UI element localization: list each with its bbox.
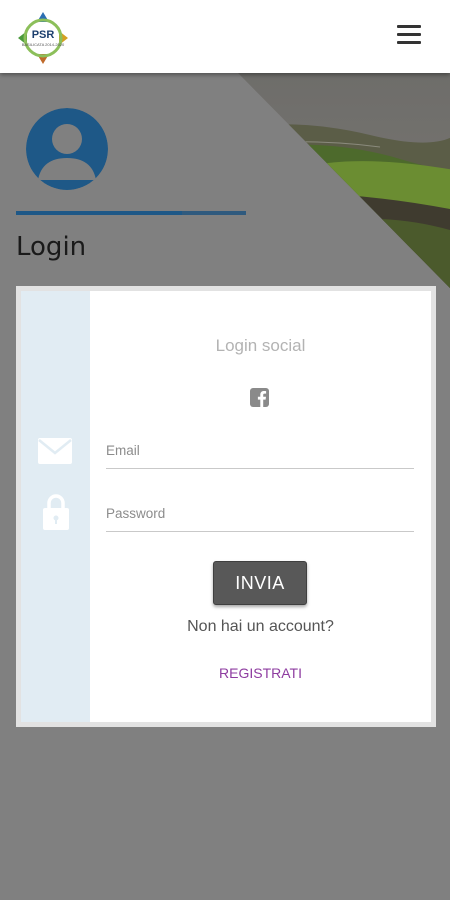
password-field-wrapper — [106, 496, 414, 532]
logo-subtext: BASILICATA 2014-2020 — [21, 42, 65, 47]
menu-line — [397, 41, 421, 44]
top-bar: PSR BASILICATA 2014-2020 — [0, 0, 450, 73]
profile-progress-bar — [16, 211, 246, 215]
psr-logo[interactable]: PSR BASILICATA 2014-2020 — [18, 12, 68, 64]
lock-icon — [43, 494, 69, 530]
register-link[interactable]: REGISTRATI — [90, 665, 431, 681]
card-icon-panel — [21, 291, 90, 722]
mail-icon — [38, 438, 72, 464]
login-card: Login social INVIA Non hai un account? R… — [16, 286, 436, 727]
user-avatar-icon — [26, 108, 108, 190]
progress-fill — [16, 211, 182, 215]
menu-line — [397, 33, 421, 36]
logo-text: PSR — [31, 29, 55, 41]
page-title: Login — [16, 232, 87, 262]
submit-button[interactable]: INVIA — [213, 561, 307, 605]
hamburger-menu-icon[interactable] — [397, 25, 423, 45]
login-form: Login social INVIA Non hai un account? R… — [90, 291, 431, 722]
facebook-icon[interactable] — [250, 388, 269, 407]
email-field-wrapper — [106, 433, 414, 469]
password-field[interactable] — [106, 496, 414, 531]
no-account-text: Non hai un account? — [187, 618, 334, 635]
social-login-title: Login social — [215, 336, 306, 355]
email-field[interactable] — [106, 433, 414, 468]
menu-line — [397, 25, 421, 28]
